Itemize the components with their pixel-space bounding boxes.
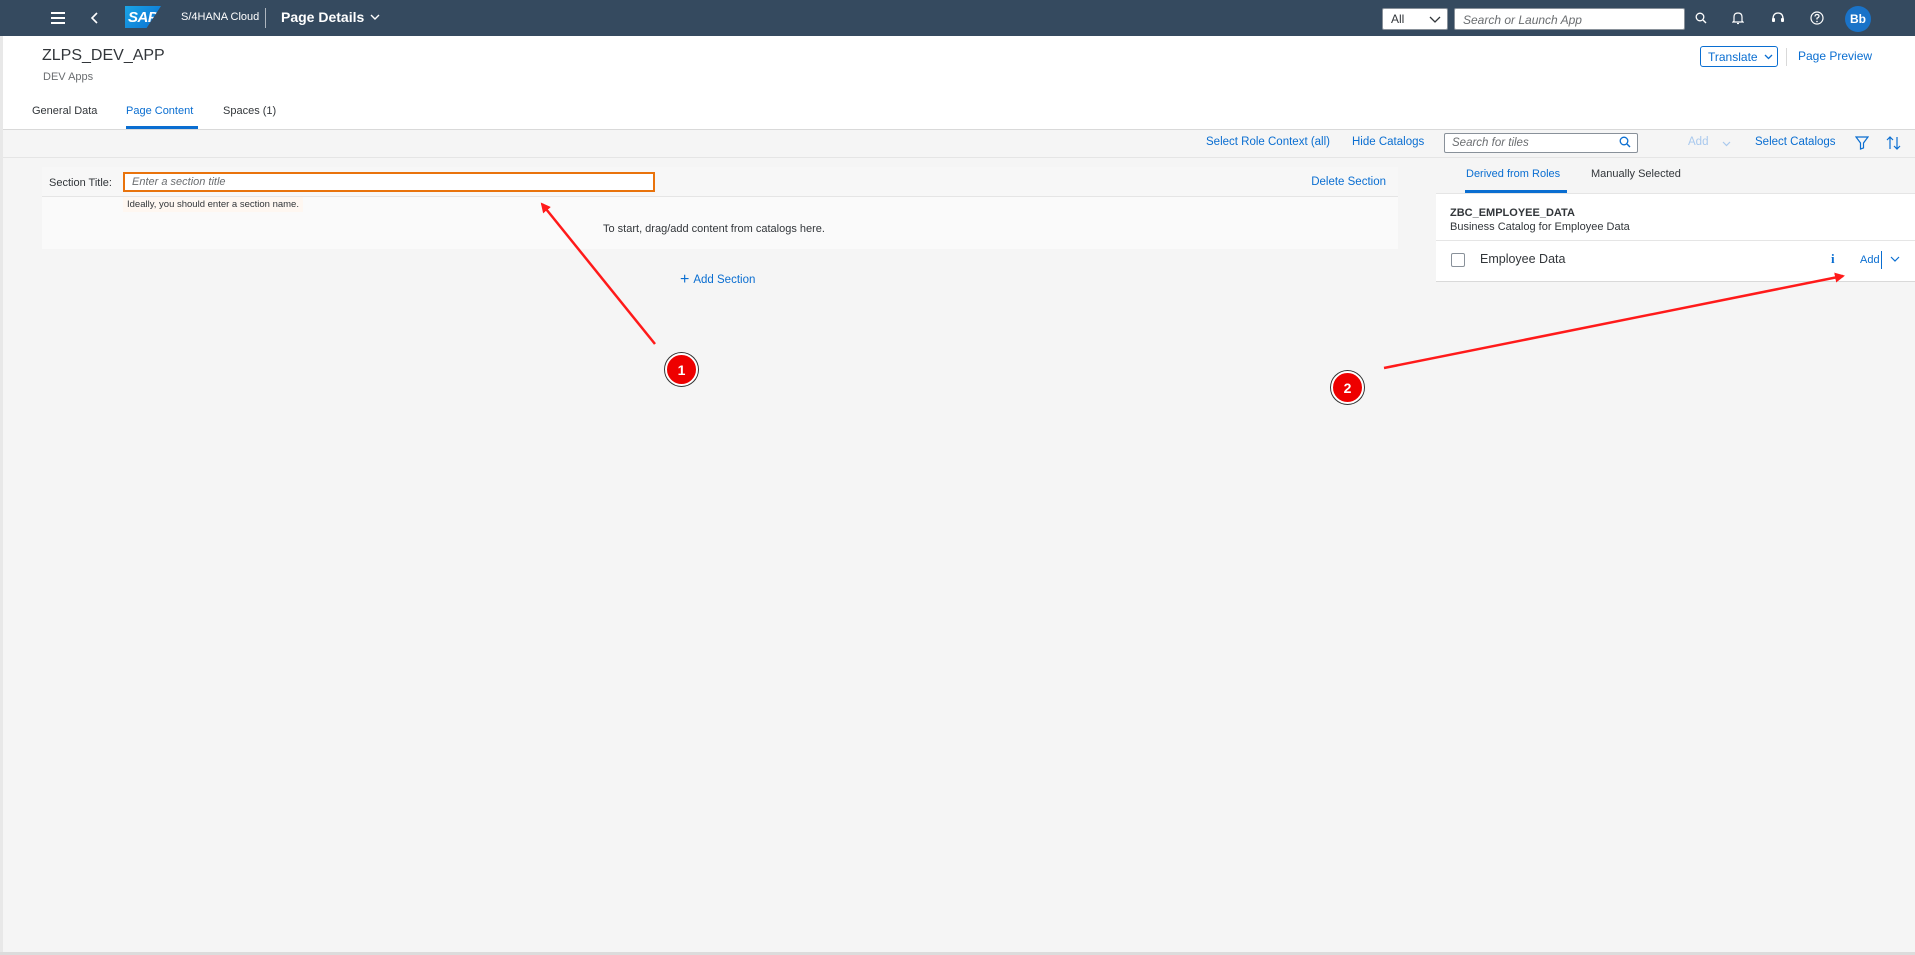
tile-search-input[interactable]: Search for tiles [1444,133,1638,153]
section-header: Section Title: Enter a section title Del… [42,167,1398,197]
sort-icon[interactable] [1886,135,1902,151]
content-toolbar: Select Role Context (all) Hide Catalogs … [0,130,1915,158]
search-scope-value: All [1391,12,1405,26]
shell-search-input[interactable]: Search or Launch App [1454,8,1685,30]
bell-icon[interactable] [1729,0,1747,36]
add-section-button[interactable]: + Add Section [680,271,756,288]
question-icon[interactable] [1808,0,1826,36]
product-name: S/4HANA Cloud [181,11,260,23]
section-title-input[interactable]: Enter a section title [123,172,655,192]
add-section-label: Add Section [693,274,756,286]
tile-add-button[interactable]: Add [1860,254,1880,266]
tile-checkbox[interactable] [1451,253,1465,267]
app-title: Page Details [281,9,365,25]
page-section: Section Title: Enter a section title Del… [42,167,1398,249]
chevron-down-icon [370,14,380,20]
tab-general-data[interactable]: General Data [32,105,97,117]
info-icon[interactable]: i [1831,251,1835,267]
catalog-row-divider [1436,240,1915,241]
user-avatar[interactable]: Bb [1845,6,1871,32]
chevron-down-icon[interactable] [1890,252,1900,266]
app-title-menu[interactable]: Page Details [281,9,380,25]
page-header: ZLPS_DEV_APP DEV Apps Translate Page Pre… [0,36,1915,130]
annotation-marker-2: 2 [1331,371,1364,404]
catalog-id: ZBC_EMPLOYEE_DATA [1450,207,1575,219]
help-center-icon[interactable] [1769,0,1787,36]
select-catalogs-link[interactable]: Select Catalogs [1755,136,1836,148]
tile-search-placeholder: Search for tiles [1452,137,1529,149]
section-empty-message: To start, drag/add content from catalogs… [603,223,825,235]
menu-icon[interactable] [48,0,68,36]
catalog-card: ZBC_EMPLOYEE_DATA Business Catalog for E… [1436,194,1915,282]
active-tab-indicator [126,126,198,129]
plus-icon: + [680,271,690,288]
tab-page-content[interactable]: Page Content [126,105,193,117]
shell-bar: SAP S/4HANA Cloud Page Details All Searc… [0,0,1915,36]
back-icon[interactable] [86,0,102,36]
chevron-down-icon [1722,141,1731,147]
tab-spaces[interactable]: Spaces (1) [223,105,276,117]
tab-manually-selected[interactable]: Manually Selected [1591,168,1681,180]
sap-logo[interactable]: SAP [125,6,161,28]
header-divider [1786,48,1787,66]
search-scope-select[interactable]: All [1382,8,1448,30]
tab-derived-from-roles[interactable]: Derived from Roles [1466,168,1560,180]
filter-icon[interactable] [1855,136,1869,150]
hide-catalogs-link[interactable]: Hide Catalogs [1352,136,1424,148]
section-title-warning: Ideally, you should enter a section name… [123,197,303,212]
select-role-context-link[interactable]: Select Role Context (all) [1206,136,1330,148]
annotation-marker-1: 1 [665,353,698,386]
left-edge [0,36,3,955]
add-button-divider [1881,251,1882,269]
search-icon[interactable] [1692,0,1710,36]
section-title-label: Section Title: [49,177,112,189]
tile-label: Employee Data [1480,252,1566,266]
shell-divider [265,8,266,28]
catalog-description: Business Catalog for Employee Data [1450,221,1630,233]
translate-label: Translate [1708,49,1758,64]
page-title: ZLPS_DEV_APP [42,47,165,64]
annotation-arrow-2 [1383,272,1845,370]
page-preview-link[interactable]: Page Preview [1798,49,1872,63]
translate-button[interactable]: Translate [1700,46,1778,67]
delete-section-button[interactable]: Delete Section [1311,176,1386,188]
toolbar-add-button[interactable]: Add [1688,136,1708,148]
chevron-down-icon [1429,16,1441,23]
chevron-down-icon [1764,54,1773,59]
search-icon[interactable] [1619,136,1631,148]
sap-logo-text: SAP [128,8,158,26]
page-subtitle: DEV Apps [43,71,94,83]
